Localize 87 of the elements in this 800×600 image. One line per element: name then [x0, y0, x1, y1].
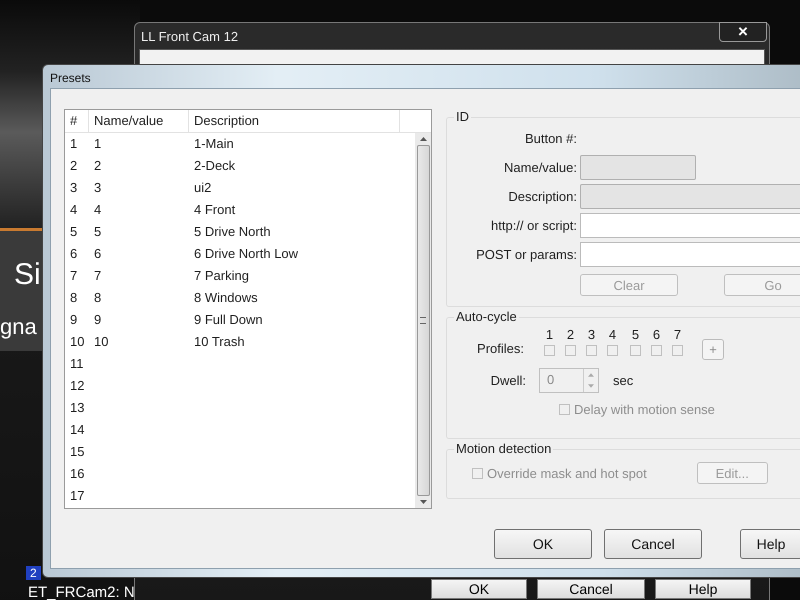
- table-cell-text: 1: [93, 135, 102, 153]
- column-header[interactable]: Description: [189, 110, 400, 132]
- table-cell-text: 4: [69, 201, 78, 219]
- field-label: POST or params:: [475, 246, 578, 262]
- profile-number: 1: [546, 328, 554, 342]
- table-cell-text: ui2: [193, 179, 212, 197]
- table-cell-text: 9: [69, 311, 78, 329]
- input-field[interactable]: [580, 212, 800, 238]
- table-cell-text: 7: [93, 267, 102, 285]
- table-cell-text: 10: [69, 333, 86, 351]
- field-label: Dwell:: [490, 373, 527, 388]
- table-cell-text: 9: [93, 311, 102, 329]
- dialog-title: Presets: [50, 71, 91, 85]
- profile-checkbox[interactable]: [565, 345, 576, 356]
- column-header[interactable]: Name/value: [89, 110, 189, 132]
- table-cell-text: 1-Main: [193, 135, 235, 153]
- table-cell-text: 8: [69, 289, 78, 307]
- dialog-button[interactable]: OK: [431, 579, 527, 599]
- unit-label: sec: [613, 373, 634, 388]
- checkbox-label: Delay with motion sense: [574, 402, 715, 417]
- field-label: Description:: [507, 188, 578, 204]
- table-cell-text: 5 Drive North: [193, 223, 272, 241]
- table-cell-text: 6 Drive North Low: [193, 245, 300, 263]
- checkbox-label: Override mask and hot spot: [487, 466, 647, 480]
- table-cell-text: 2: [93, 157, 102, 175]
- profile-number: 4: [608, 328, 616, 342]
- field-label: Profiles:: [476, 341, 525, 356]
- table-cell-text: 16: [69, 465, 86, 483]
- table-cell-text: 5: [69, 223, 78, 241]
- profile-number: 5: [632, 328, 640, 342]
- dialog-button[interactable]: Help: [655, 579, 751, 599]
- profile-checkbox[interactable]: [607, 345, 618, 356]
- spin-down-arrow-icon[interactable]: [588, 384, 594, 388]
- profile-checkbox[interactable]: [672, 345, 683, 356]
- input-field[interactable]: [580, 242, 800, 266]
- table-cell-text: 11: [69, 355, 84, 373]
- table-cell-text: 3: [69, 179, 78, 197]
- table-cell-text: 15: [69, 443, 86, 461]
- profile-number: 7: [674, 328, 682, 342]
- dialog-button[interactable]: Cancel: [604, 529, 702, 559]
- table-cell-text: 5: [93, 223, 102, 241]
- table-cell-text: 7 Parking: [193, 267, 250, 285]
- table-cell-text: 7: [69, 267, 78, 285]
- table-cell-text: 2: [69, 157, 78, 175]
- profile-number: 2: [566, 328, 574, 342]
- table-cell-text: 9 Full Down: [193, 311, 264, 329]
- column-header[interactable]: #: [65, 110, 89, 132]
- profile-checkbox[interactable]: [630, 345, 641, 356]
- dialog-button[interactable]: Cancel: [537, 579, 645, 599]
- profile-checkbox[interactable]: [544, 345, 555, 356]
- profile-checkbox[interactable]: [586, 345, 597, 356]
- group-title: Motion detection: [454, 441, 554, 456]
- table-cell-text: 10: [93, 333, 110, 351]
- table-cell-text: 2-Deck: [193, 157, 236, 175]
- scroll-up-arrow-icon[interactable]: [420, 137, 426, 141]
- profile-number: 6: [652, 328, 660, 342]
- profile-number: 3: [588, 328, 596, 342]
- window-title: LL Front Cam 12: [141, 29, 238, 44]
- dialog-button[interactable]: OK: [494, 529, 592, 559]
- table-cell-text: 13: [69, 399, 86, 417]
- group-title: ID: [454, 109, 471, 124]
- table-cell-text: 4: [93, 201, 102, 219]
- table-cell-text: 8: [93, 289, 102, 307]
- overlay-text: Si: [14, 258, 41, 292]
- scrollbar[interactable]: [415, 133, 431, 508]
- camera-number: 2: [26, 566, 41, 580]
- overlay-text: gna: [0, 314, 37, 340]
- group-title: Auto-cycle: [454, 309, 519, 324]
- table-cell-text: 10 Trash: [193, 333, 246, 351]
- table-cell-text: 6: [93, 245, 102, 263]
- profile-checkbox[interactable]: [651, 345, 662, 356]
- table-cell-text: 1: [69, 135, 78, 153]
- field-label: http:// or script:: [490, 218, 578, 232]
- table-cell-text: 4 Front: [193, 201, 236, 219]
- table-cell-text: 8 Windows: [193, 289, 259, 307]
- table-cell-text: 14: [69, 421, 86, 439]
- dialog-button[interactable]: Help: [740, 529, 800, 559]
- camera-label: ET_FRCam2: N: [28, 584, 135, 600]
- close-button[interactable]: ×: [719, 22, 767, 42]
- table-cell-text: 17: [69, 487, 86, 505]
- field-label: Name/value:: [503, 160, 578, 174]
- field-label: Button #:: [524, 130, 578, 146]
- table-cell-text: 12: [69, 377, 86, 395]
- scroll-down-arrow-icon[interactable]: [420, 500, 426, 504]
- spin-up-arrow-icon[interactable]: [588, 372, 594, 377]
- table-cell-text: 3: [93, 179, 102, 197]
- table-cell-text: 6: [69, 245, 78, 263]
